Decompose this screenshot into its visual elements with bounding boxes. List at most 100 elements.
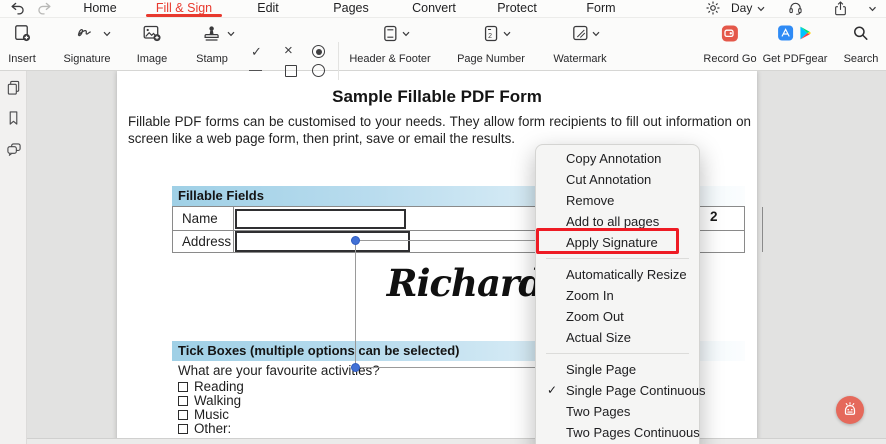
comments-icon[interactable] <box>6 142 22 157</box>
menu-item-two-pages[interactable]: Two Pages <box>536 401 699 422</box>
checkbox-reading[interactable] <box>178 382 188 392</box>
menu-item-two-pages-continuous[interactable]: Two Pages Continuous <box>536 422 700 443</box>
stamp-button[interactable]: Stamp <box>196 23 228 65</box>
checkbox-row[interactable]: Other: <box>178 422 231 436</box>
menu-item-actual-size[interactable]: Actual Size <box>536 327 699 348</box>
search-button[interactable]: Search <box>843 23 879 65</box>
checkbox-row[interactable]: Reading <box>178 380 244 394</box>
selection-handle-bottom[interactable] <box>351 363 360 372</box>
menu-item-automatically-resize[interactable]: Automatically Resize <box>536 264 699 285</box>
header-footer-label: Header & Footer <box>349 53 431 65</box>
menu-item-zoom-in[interactable]: Zoom In <box>536 285 699 306</box>
checkbox-row[interactable]: Music <box>178 408 229 422</box>
redo-icon[interactable] <box>37 2 52 15</box>
robot-mascot-icon <box>841 401 859 419</box>
partial-table-cell-text: 2 <box>710 209 718 224</box>
address-input-field[interactable] <box>235 231 410 252</box>
support-headset-icon[interactable] <box>788 1 803 15</box>
menu-item-copy-annotation[interactable]: Copy Annotation <box>536 148 699 169</box>
line-shape-button[interactable]: — <box>249 63 262 76</box>
stamp-icon <box>203 23 220 43</box>
google-play-icon <box>800 26 811 40</box>
menu-item-label: Single Page Continuous <box>566 383 706 398</box>
signature-button[interactable]: Signature <box>63 23 111 65</box>
stamp-chevron-down-icon <box>227 31 235 37</box>
checkbox-walking[interactable] <box>178 396 188 406</box>
record-go-label: Record Go <box>703 53 757 65</box>
signature-label: Signature <box>63 53 111 65</box>
watermark-label: Watermark <box>553 53 607 65</box>
name-row-label: Name <box>182 211 218 226</box>
tab-form[interactable]: Form <box>586 0 615 17</box>
tab-pages[interactable]: Pages <box>333 0 368 17</box>
checkbox-reading-label: Reading <box>194 379 244 394</box>
menu-separator <box>546 258 689 259</box>
apply-signature-highlight-box <box>536 228 679 254</box>
checkbox-other-label: Other: <box>194 421 232 436</box>
bookmarks-icon[interactable] <box>6 110 21 126</box>
watermark-chevron-down-icon <box>592 31 600 37</box>
stamp-label: Stamp <box>196 53 228 65</box>
tab-convert[interactable]: Convert <box>412 0 456 17</box>
checkbox-other[interactable] <box>178 424 188 434</box>
tab-protect[interactable]: Protect <box>497 0 537 17</box>
document-title: Sample Fillable PDF Form <box>332 87 542 106</box>
menu-item-zoom-out[interactable]: Zoom Out <box>536 306 699 327</box>
name-input-field[interactable] <box>235 209 406 229</box>
checkbox-music[interactable] <box>178 410 188 420</box>
checkbox-walking-label: Walking <box>194 393 242 408</box>
signature-icon <box>76 23 98 43</box>
image-label: Image <box>136 53 168 65</box>
insert-label: Insert <box>8 53 36 65</box>
context-menu: Copy Annotation Cut Annotation Remove Ad… <box>535 144 706 444</box>
collapse-ribbon-chevron-icon[interactable] <box>868 6 877 12</box>
address-row-label: Address <box>182 234 232 249</box>
toolbar-divider <box>338 42 339 80</box>
tab-edit[interactable]: Edit <box>257 0 279 17</box>
left-sidebar <box>0 71 27 444</box>
watermark-icon <box>572 23 588 43</box>
menu-item-remove[interactable]: Remove <box>536 190 699 211</box>
selection-handle-top[interactable] <box>351 236 360 245</box>
checkbox-row[interactable]: Walking <box>178 394 241 408</box>
page-thumbnails-icon[interactable] <box>6 80 21 96</box>
page-number-chevron-down-icon <box>503 31 511 37</box>
assistant-button[interactable] <box>836 396 864 424</box>
check-icon: ✓ <box>547 383 558 397</box>
record-go-button[interactable]: Record Go <box>703 23 757 65</box>
get-pdfgear-button[interactable]: Get PDFgear <box>763 23 827 65</box>
tab-home[interactable]: Home <box>83 0 116 17</box>
selection-bottom-edge <box>355 367 535 368</box>
insert-button[interactable]: Insert <box>8 23 36 65</box>
search-icon <box>853 23 869 43</box>
record-go-icon <box>721 23 738 43</box>
menu-item-single-page[interactable]: Single Page <box>536 359 699 380</box>
signature-chevron-down-icon <box>103 31 111 37</box>
menu-separator <box>546 353 689 354</box>
page-number-button[interactable]: 2 Page Number <box>457 23 525 65</box>
search-label: Search <box>843 53 879 65</box>
pdf-editor-window: Home Fill & Sign Edit Pages Convert Prot… <box>0 0 886 444</box>
menu-item-single-page-continuous[interactable]: ✓ Single Page Continuous <box>536 380 706 401</box>
circle-shape-button[interactable] <box>312 64 325 77</box>
cross-shape-button[interactable]: × <box>284 43 293 58</box>
header-footer-button[interactable]: Header & Footer <box>349 23 431 65</box>
theme-selector[interactable]: Day <box>731 2 752 15</box>
square-shape-button[interactable] <box>285 65 297 77</box>
store-icons <box>778 23 813 43</box>
menu-item-cut-annotation[interactable]: Cut Annotation <box>536 169 699 190</box>
watermark-button[interactable]: Watermark <box>553 23 607 65</box>
theme-sun-icon[interactable] <box>706 1 720 15</box>
selection-left-edge <box>355 240 356 368</box>
theme-chevron-down-icon[interactable] <box>757 6 765 12</box>
image-icon <box>142 23 161 43</box>
insert-icon <box>13 23 31 43</box>
undo-icon[interactable] <box>10 2 25 15</box>
filled-dot-shape-button[interactable] <box>312 45 325 58</box>
image-button[interactable]: Image <box>136 23 168 65</box>
table-column-divider-right <box>762 207 763 252</box>
bottom-scroll-gutter <box>27 438 886 444</box>
checkmark-shape-button[interactable]: ✓ <box>251 45 262 58</box>
share-icon[interactable] <box>834 1 847 16</box>
toolbar: Insert Signature Image Stamp ✓ × — Heade… <box>0 17 886 80</box>
